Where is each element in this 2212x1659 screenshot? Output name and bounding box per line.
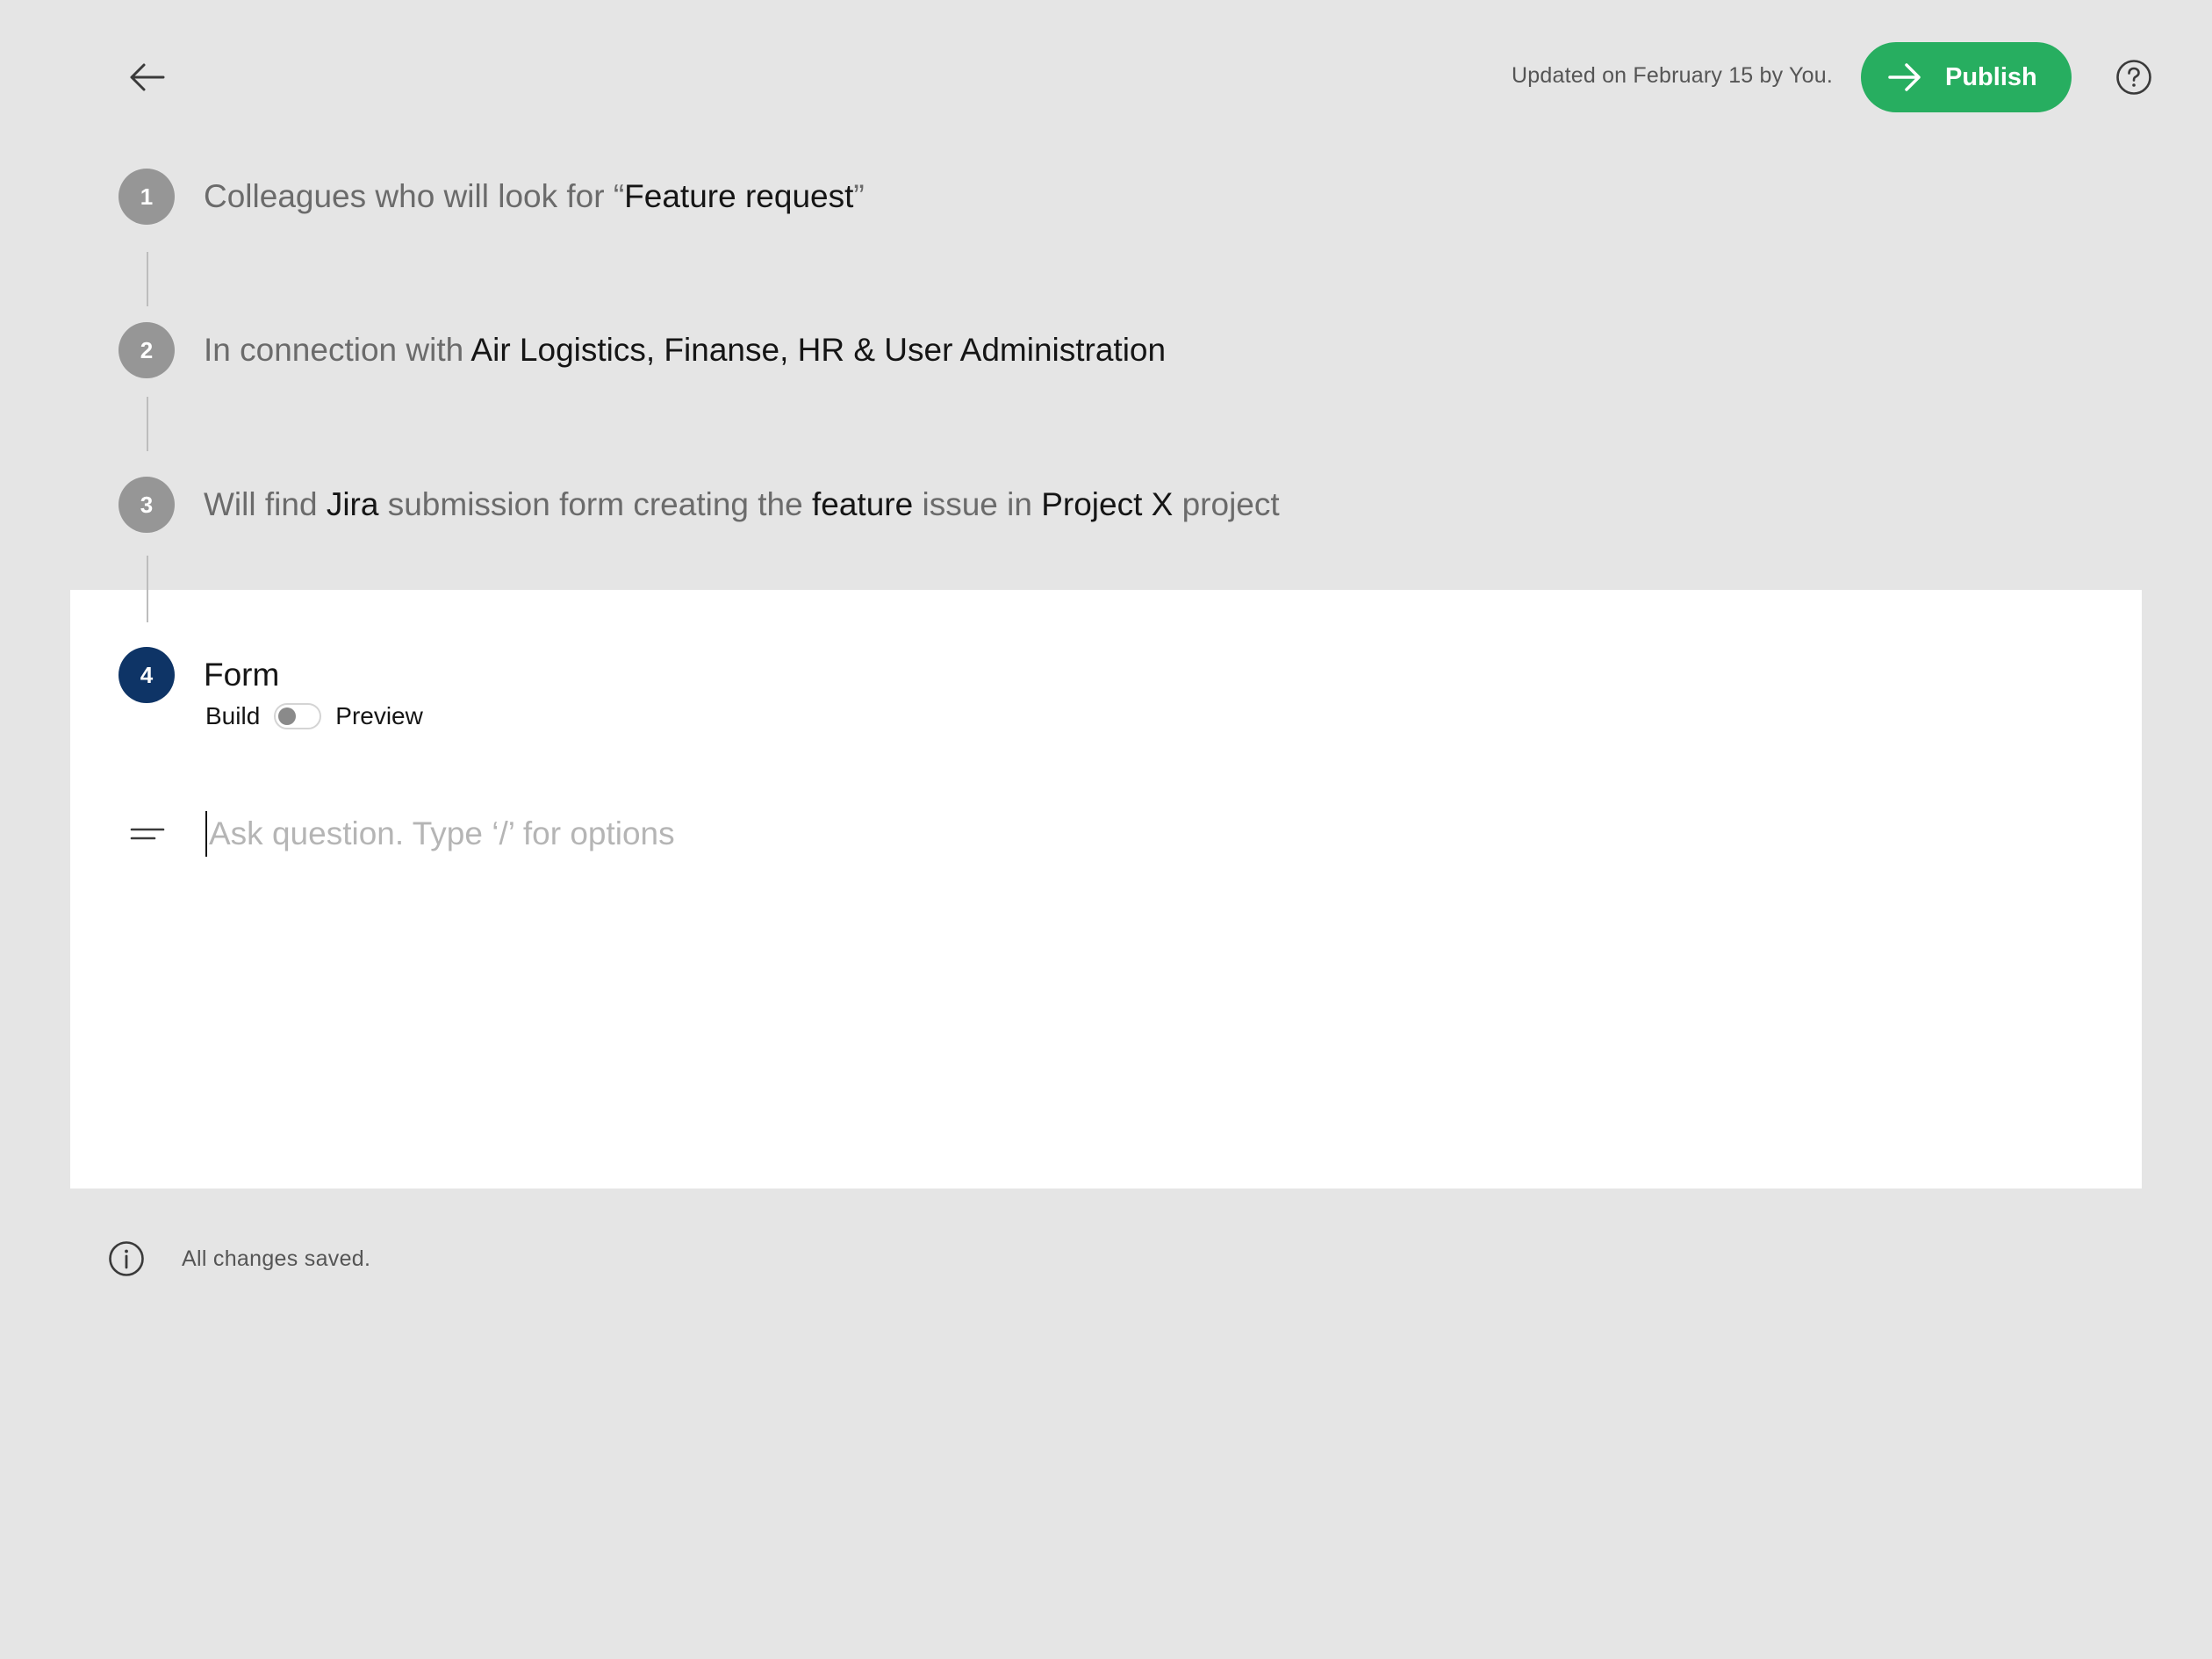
step-1-text: Colleagues who will look for “Feature re… [204, 178, 865, 215]
step-text-part: Will find [204, 486, 327, 522]
question-circle-icon [2116, 60, 2151, 95]
step-4-title: Form [204, 657, 280, 693]
step-4: 4 Form [118, 647, 279, 703]
publish-button-label: Publish [1945, 62, 2037, 91]
step-connector [147, 397, 148, 451]
form-builder-page: Updated on February 15 by You. Publish 1… [0, 0, 2212, 1659]
mode-toggle[interactable] [274, 703, 322, 729]
step-text-part: Colleagues who will look for “ [204, 178, 625, 214]
step-2-text: In connection with Air Logistics, Finans… [204, 332, 1166, 369]
arrow-right-icon [1887, 60, 1922, 95]
step-text-part: In connection with [204, 332, 471, 368]
build-preview-switch: Build Preview [205, 702, 423, 730]
step-number-badge: 3 [118, 477, 175, 533]
issue-type-value[interactable]: feature [812, 486, 913, 522]
back-button[interactable] [123, 53, 172, 102]
info-circle-icon [108, 1240, 145, 1277]
question-input[interactable] [205, 811, 1438, 857]
project-value[interactable]: Project X [1041, 486, 1173, 522]
step-text-part: issue in [913, 486, 1042, 522]
search-term-value[interactable]: Feature request [624, 178, 853, 214]
save-status-text: All changes saved. [182, 1246, 371, 1271]
step-text-part: project [1173, 486, 1280, 522]
step-1[interactable]: 1 Colleagues who will look for “Feature … [118, 169, 865, 225]
step-number-badge: 2 [118, 322, 175, 378]
toggle-knob [278, 707, 297, 725]
arrow-left-icon [130, 63, 165, 91]
build-mode-label[interactable]: Build [205, 702, 260, 730]
step-text-part: submission form creating the [378, 486, 812, 522]
help-button[interactable] [2115, 59, 2152, 96]
last-updated-text: Updated on February 15 by You. [1512, 63, 1833, 88]
form-card [70, 590, 2142, 1189]
step-connector [147, 252, 148, 306]
step-3[interactable]: 3 Will find Jira submission form creatin… [118, 477, 1280, 533]
step-3-text: Will find Jira submission form creating … [204, 486, 1280, 523]
connections-value[interactable]: Air Logistics, Finanse, HR & User Admini… [470, 332, 1166, 368]
step-connector [147, 556, 148, 622]
drag-handle-icon[interactable] [130, 826, 165, 842]
step-text-part: ” [853, 178, 865, 214]
publish-button[interactable]: Publish [1861, 42, 2072, 112]
step-2[interactable]: 2 In connection with Air Logistics, Fina… [118, 322, 1166, 378]
step-number-badge: 1 [118, 169, 175, 225]
integration-value[interactable]: Jira [327, 486, 379, 522]
step-number-badge-active: 4 [118, 647, 175, 703]
preview-mode-label[interactable]: Preview [335, 702, 423, 730]
